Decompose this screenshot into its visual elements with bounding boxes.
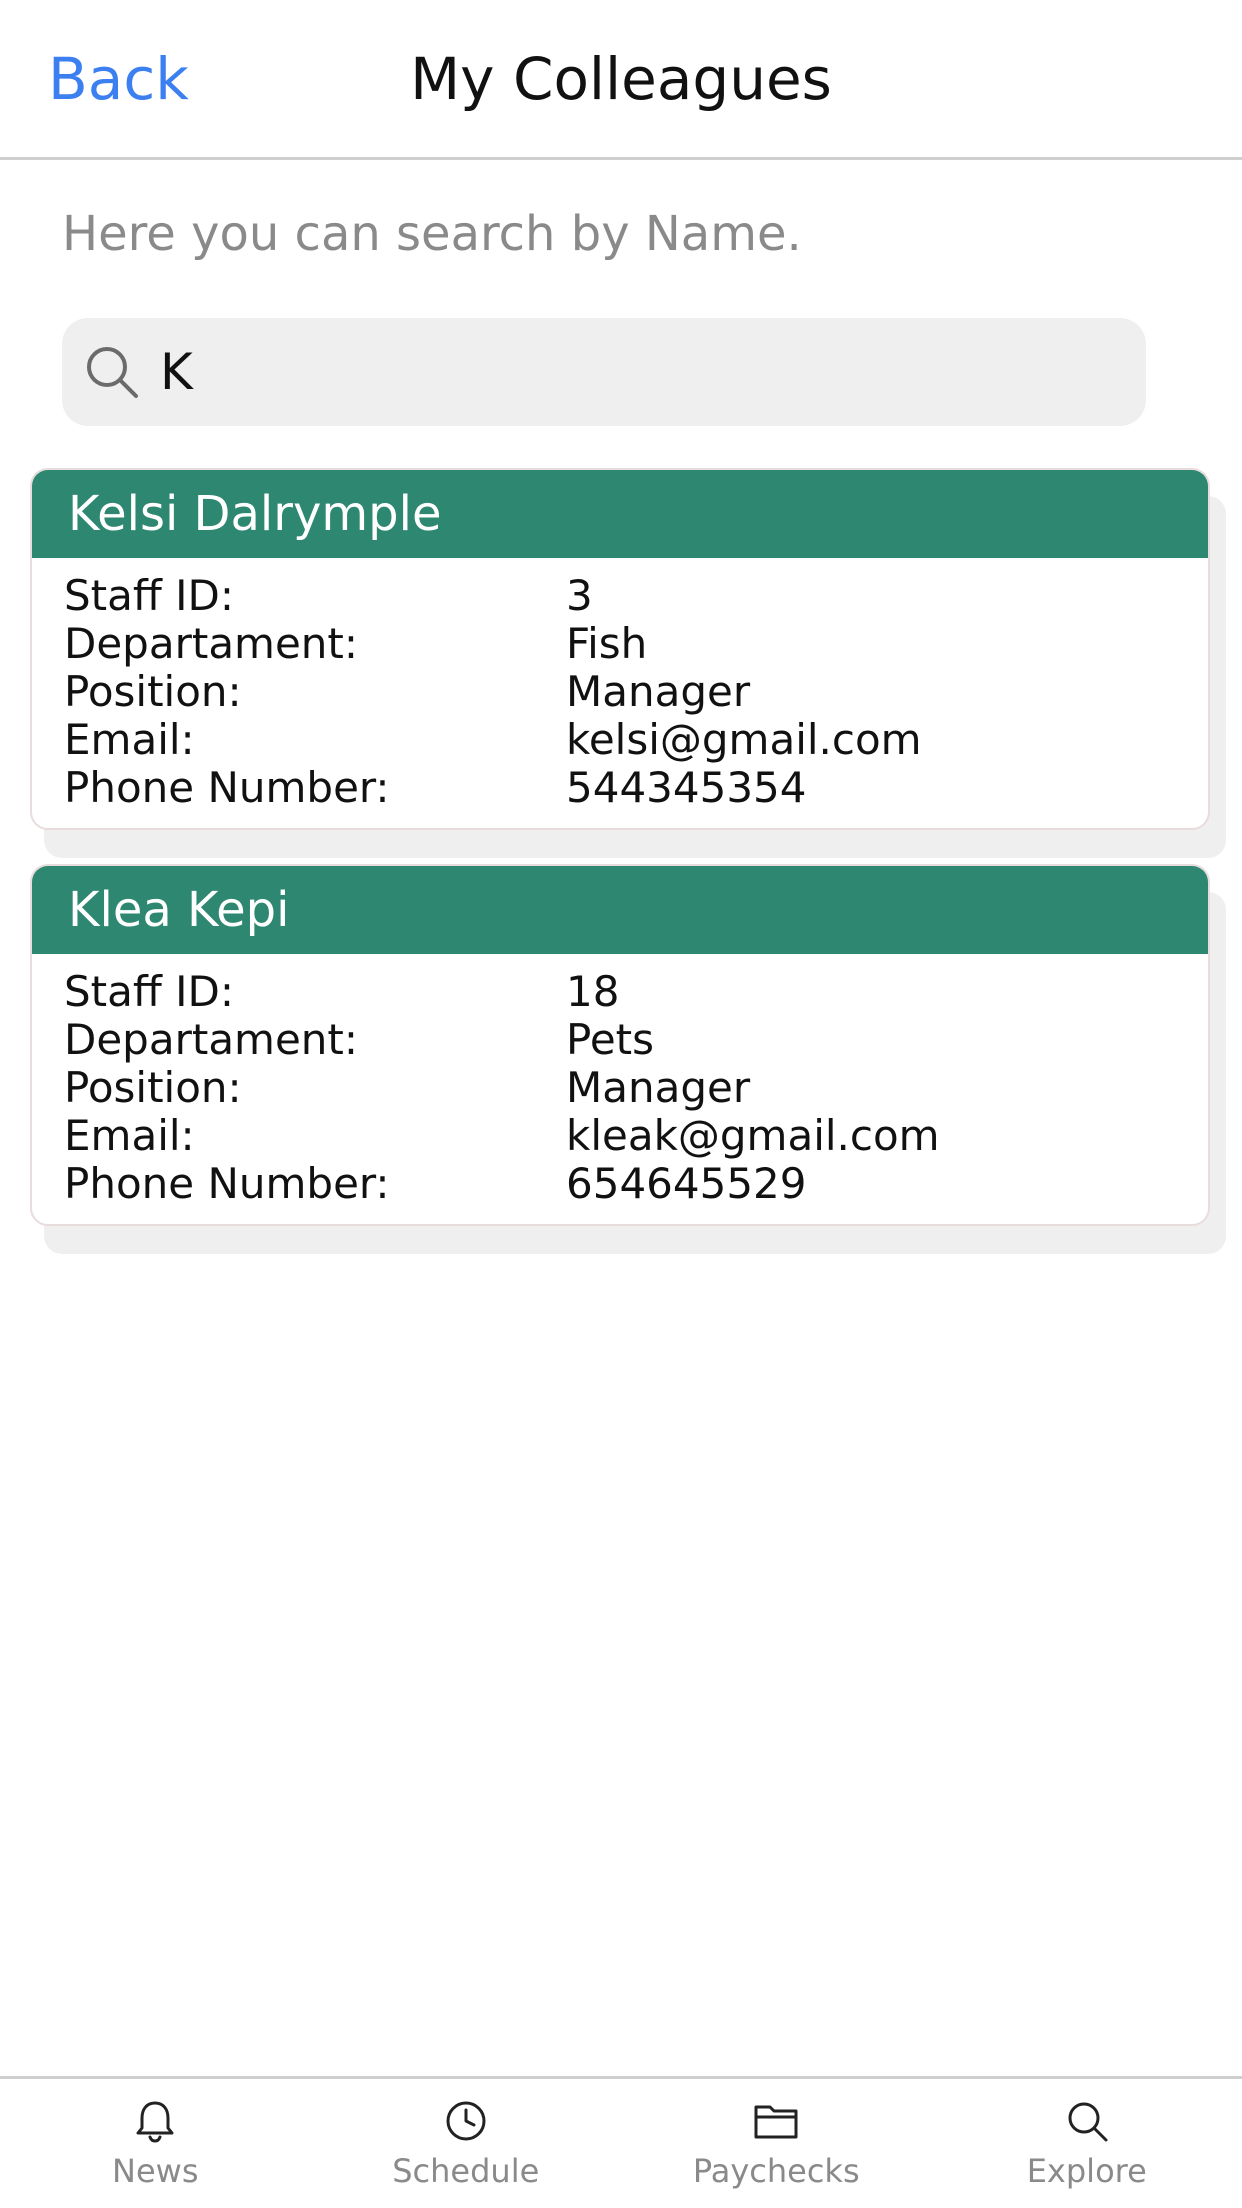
phone-label: Phone Number: — [64, 763, 390, 812]
department-value: Pets — [566, 1015, 655, 1064]
clock-icon — [442, 2097, 490, 2145]
page-title: My Colleagues — [410, 45, 832, 113]
staff-id-value: 18 — [566, 967, 620, 1016]
position-row: Position: Manager — [64, 1064, 1208, 1112]
phone-row: Phone Number: 654645529 — [64, 1160, 1208, 1208]
staff-id-row: Staff ID: 18 — [64, 968, 1208, 1016]
search-helper-text: Here you can search by Name. — [62, 206, 802, 262]
search-icon — [82, 342, 142, 402]
department-value: Fish — [566, 619, 648, 668]
search-bar[interactable] — [62, 318, 1146, 426]
department-row: Departament: Fish — [64, 620, 1208, 668]
email-value[interactable]: kleak@gmail.com — [566, 1112, 1208, 1160]
phone-value[interactable]: 544345354 — [566, 764, 1208, 812]
tab-schedule[interactable]: Schedule — [311, 2079, 622, 2208]
tab-news-label: News — [112, 2152, 199, 2190]
email-label: Email: — [64, 1111, 195, 1160]
position-label: Position: — [64, 1063, 242, 1112]
colleague-name: Klea Kepi — [32, 866, 1208, 954]
tab-paychecks-label: Paychecks — [692, 2152, 860, 2190]
phone-row: Phone Number: 544345354 — [64, 764, 1208, 812]
tab-explore-label: Explore — [1026, 2152, 1147, 2190]
department-label: Departament: — [64, 619, 359, 668]
search-input[interactable] — [152, 332, 1128, 412]
staff-id-row: Staff ID: 3 — [64, 572, 1208, 620]
staff-id-label: Staff ID: — [64, 571, 235, 620]
tab-news[interactable]: News — [0, 2079, 311, 2208]
position-value: Manager — [566, 667, 751, 716]
colleague-name: Kelsi Dalrymple — [32, 470, 1208, 558]
tab-explore[interactable]: Explore — [932, 2079, 1242, 2208]
top-bar: Back My Colleagues — [0, 0, 1242, 160]
phone-value[interactable]: 654645529 — [566, 1160, 1208, 1208]
email-label: Email: — [64, 715, 195, 764]
bottom-tab-bar: News Schedule Paychecks Explore — [0, 2076, 1242, 2208]
folder-icon — [752, 2097, 800, 2145]
email-row: Email: kleak@gmail.com — [64, 1112, 1208, 1160]
tab-paychecks[interactable]: Paychecks — [621, 2079, 932, 2208]
department-row: Departament: Pets — [64, 1016, 1208, 1064]
department-label: Departament: — [64, 1015, 359, 1064]
bell-icon — [131, 2097, 179, 2145]
tab-schedule-label: Schedule — [392, 2152, 540, 2190]
position-row: Position: Manager — [64, 668, 1208, 716]
position-label: Position: — [64, 667, 242, 716]
phone-label: Phone Number: — [64, 1159, 390, 1208]
position-value: Manager — [566, 1063, 751, 1112]
colleague-card[interactable]: Kelsi Dalrymple Staff ID: 3 Departament:… — [30, 468, 1230, 868]
colleague-card-body: Klea Kepi Staff ID: 18 Departament: Pets… — [30, 864, 1210, 1226]
email-row: Email: kelsi@gmail.com — [64, 716, 1208, 764]
search-icon — [1063, 2097, 1111, 2145]
staff-id-value: 3 — [566, 571, 593, 620]
colleague-card[interactable]: Klea Kepi Staff ID: 18 Departament: Pets… — [30, 864, 1230, 1264]
staff-id-label: Staff ID: — [64, 967, 235, 1016]
email-value[interactable]: kelsi@gmail.com — [566, 716, 1208, 764]
colleague-card-body: Kelsi Dalrymple Staff ID: 3 Departament:… — [30, 468, 1210, 830]
